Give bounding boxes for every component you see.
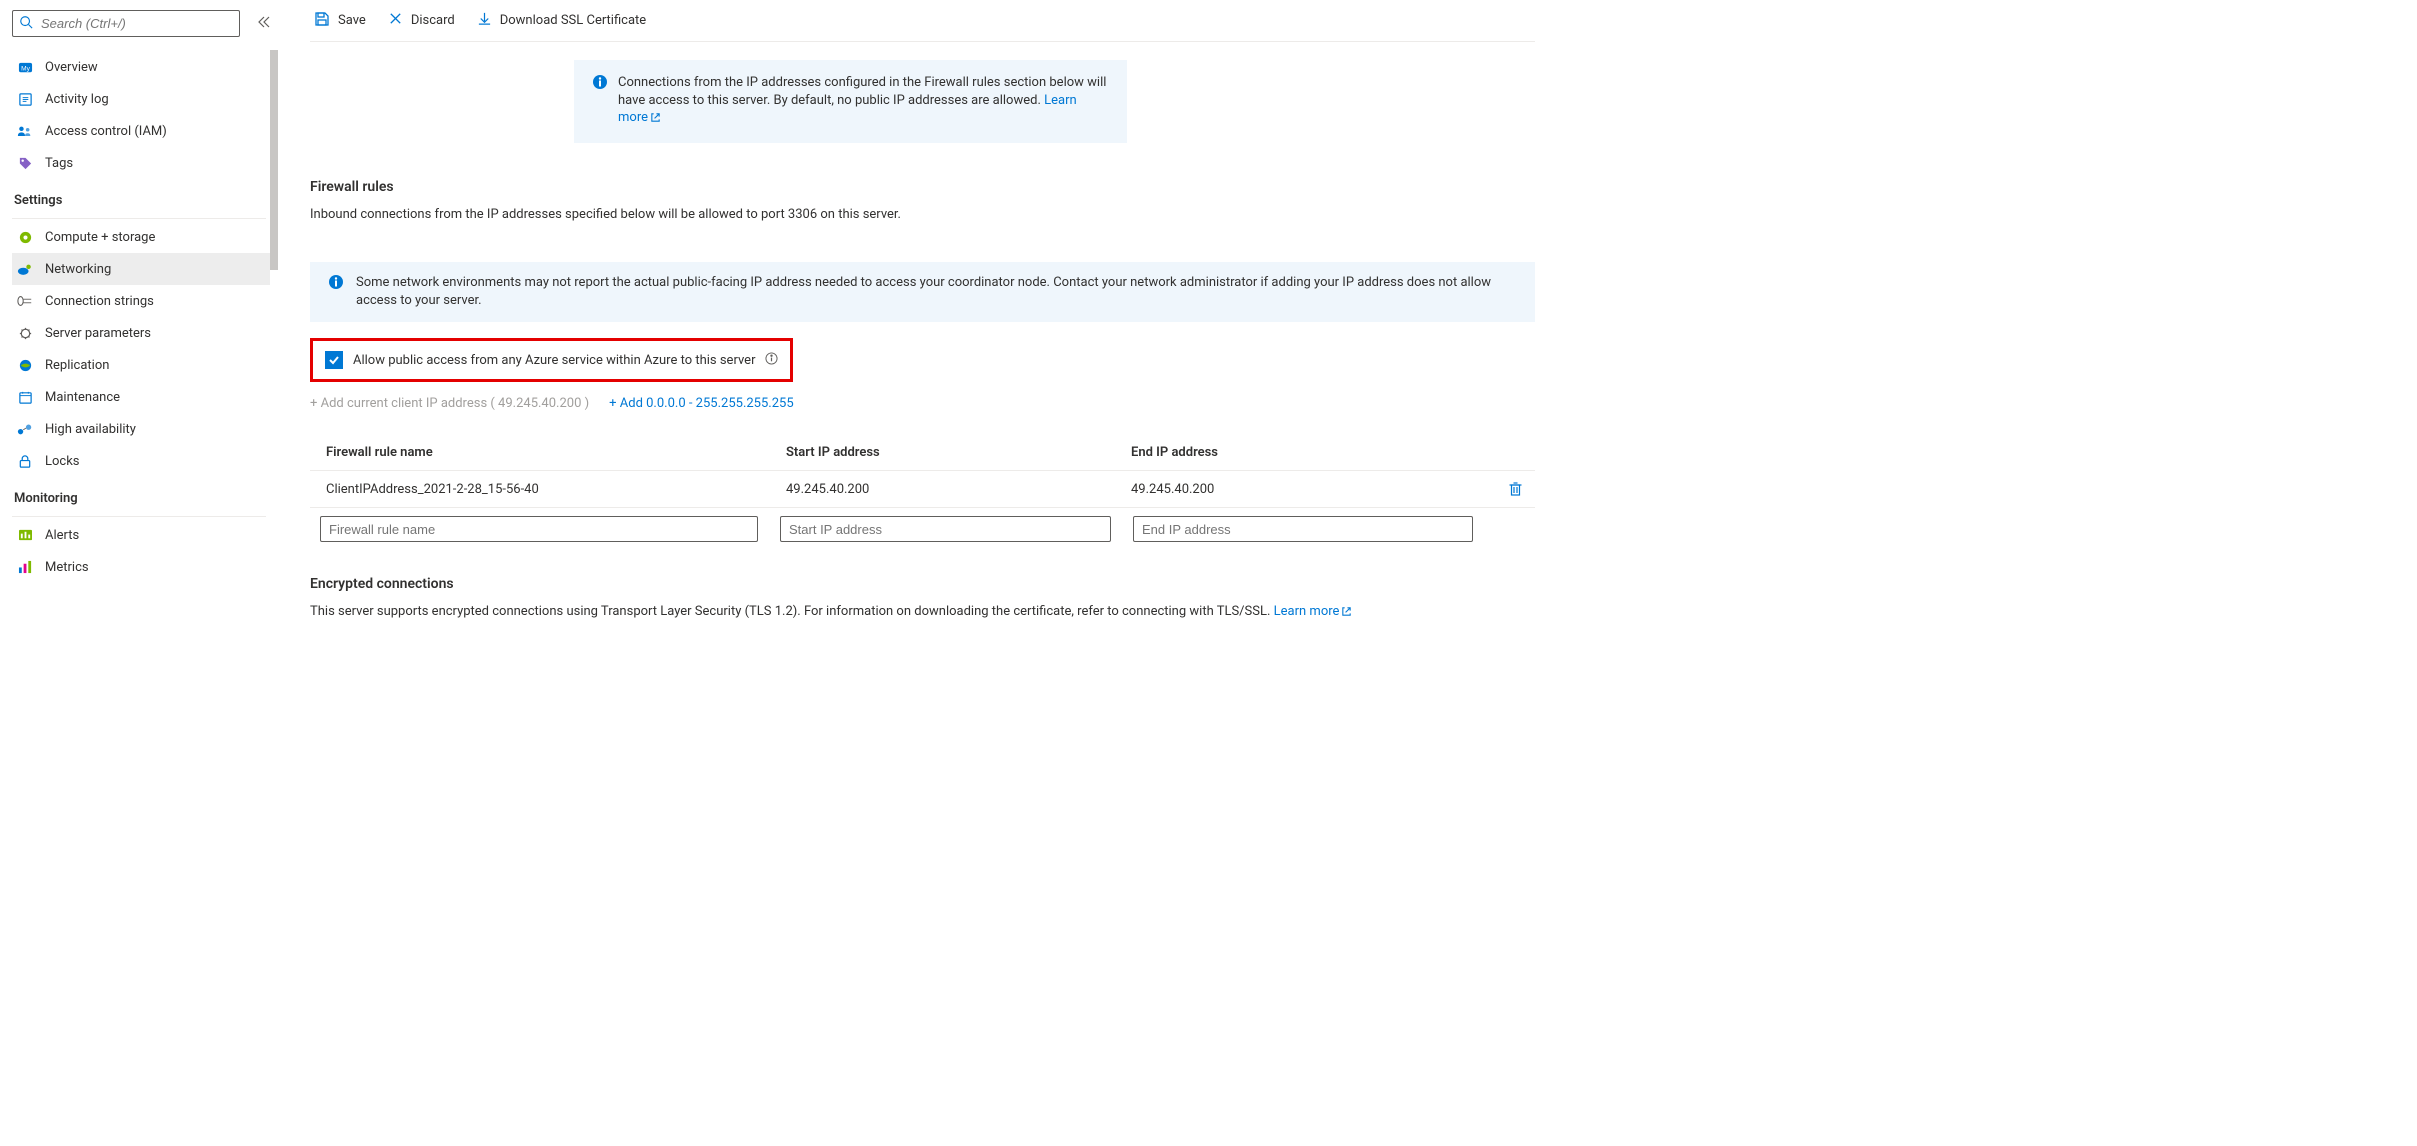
- locks-icon: [17, 453, 33, 469]
- sidebar-scrollbar[interactable]: [270, 50, 280, 722]
- download-icon: [477, 11, 492, 30]
- allow-azure-checkbox-row: Allow public access from any Azure servi…: [310, 338, 793, 382]
- col-header-start: Start IP address: [786, 445, 1131, 460]
- sidebar-item-compute-storage[interactable]: Compute + storage: [12, 221, 280, 253]
- sidebar-item-metrics[interactable]: Metrics: [12, 551, 280, 583]
- toolbar: Save Discard Download SSL Certificate: [310, 0, 1535, 42]
- encrypted-text: This server supports encrypted connectio…: [310, 604, 1535, 621]
- new-rule-name-input[interactable]: [320, 516, 758, 542]
- info-banner-network-text: Some network environments may not report…: [356, 274, 1517, 310]
- allow-azure-checkbox[interactable]: [325, 351, 343, 369]
- external-link-icon: [650, 112, 661, 127]
- scrollbar-thumb[interactable]: [270, 50, 278, 270]
- discard-button[interactable]: Discard: [384, 7, 459, 34]
- cell-start-ip: 49.245.40.200: [786, 482, 1131, 497]
- tags-icon: [17, 155, 33, 171]
- info-banner-network: Some network environments may not report…: [310, 262, 1535, 322]
- sidebar-item-label: Maintenance: [45, 390, 120, 405]
- encrypted-learn-more-link[interactable]: Learn more: [1274, 604, 1353, 619]
- add-client-ip-link[interactable]: + Add current client IP address ( 49.245…: [310, 396, 589, 411]
- save-label: Save: [338, 13, 366, 28]
- sidebar-item-server-parameters[interactable]: Server parameters: [12, 317, 280, 349]
- search-input[interactable]: [39, 15, 233, 32]
- col-header-end: End IP address: [1131, 445, 1495, 460]
- sidebar-item-label: Alerts: [45, 528, 79, 543]
- new-rule-start-input[interactable]: [780, 516, 1111, 542]
- activity-log-icon: [17, 91, 33, 107]
- sidebar-item-label: Metrics: [45, 560, 89, 575]
- maintenance-icon: [17, 389, 33, 405]
- compute-storage-icon: [17, 229, 33, 245]
- cell-end-ip: 49.245.40.200: [1131, 482, 1495, 497]
- search-box[interactable]: [12, 10, 240, 37]
- sidebar-item-label: Tags: [45, 156, 73, 171]
- replication-icon: [17, 357, 33, 373]
- info-tooltip-icon[interactable]: [765, 352, 778, 369]
- download-ssl-button[interactable]: Download SSL Certificate: [473, 7, 650, 34]
- access-control-icon: [17, 123, 33, 139]
- info-icon: [328, 274, 344, 310]
- download-label: Download SSL Certificate: [500, 13, 646, 28]
- networking-icon: [17, 261, 33, 277]
- connection-strings-icon: [17, 293, 33, 309]
- sidebar-item-replication[interactable]: Replication: [12, 349, 280, 381]
- sidebar-item-networking[interactable]: Networking: [12, 253, 280, 285]
- table-header: Firewall rule name Start IP address End …: [310, 435, 1535, 471]
- search-icon: [19, 15, 33, 33]
- sidebar-item-label: Activity log: [45, 92, 109, 107]
- sidebar-section-monitoring: Monitoring: [12, 477, 280, 512]
- sidebar-item-label: Networking: [45, 262, 111, 277]
- sidebar-item-label: Locks: [45, 454, 80, 469]
- table-row: ClientIPAddress_2021-2-28_15-56-40 49.24…: [310, 471, 1535, 508]
- sidebar-item-connection-strings[interactable]: Connection strings: [12, 285, 280, 317]
- sidebar-item-activity-log[interactable]: Activity log: [12, 83, 280, 115]
- sidebar-item-high-availability[interactable]: High availability: [12, 413, 280, 445]
- delete-rule-button[interactable]: [1495, 481, 1535, 497]
- sidebar-item-label: High availability: [45, 422, 136, 437]
- firewall-rules-title: Firewall rules: [310, 179, 1535, 195]
- high-availability-icon: [17, 421, 33, 437]
- metrics-icon: [17, 559, 33, 575]
- save-button[interactable]: Save: [310, 7, 370, 35]
- server-parameters-icon: [17, 325, 33, 341]
- sidebar: My Overview Activity log Access control …: [0, 0, 280, 722]
- external-link-icon: [1341, 606, 1352, 621]
- sidebar-item-label: Server parameters: [45, 326, 151, 341]
- sidebar-item-maintenance[interactable]: Maintenance: [12, 381, 280, 413]
- new-rule-end-input[interactable]: [1133, 516, 1473, 542]
- allow-azure-label: Allow public access from any Azure servi…: [353, 353, 755, 368]
- sidebar-item-label: Replication: [45, 358, 109, 373]
- svg-text:My: My: [21, 65, 30, 72]
- firewall-rules-table: Firewall rule name Start IP address End …: [310, 435, 1535, 550]
- main-content: Save Discard Download SSL Certificate Co…: [280, 0, 1545, 722]
- sidebar-item-locks[interactable]: Locks: [12, 445, 280, 477]
- alerts-icon: [17, 527, 33, 543]
- discard-label: Discard: [411, 13, 455, 28]
- save-icon: [314, 11, 330, 31]
- col-header-name: Firewall rule name: [326, 445, 786, 460]
- add-all-ip-link[interactable]: + Add 0.0.0.0 - 255.255.255.255: [609, 396, 793, 411]
- info-banner-firewall: Connections from the IP addresses config…: [574, 60, 1127, 143]
- firewall-rules-desc: Inbound connections from the IP addresse…: [310, 207, 1535, 222]
- info-icon: [592, 74, 608, 129]
- collapse-sidebar-button[interactable]: [258, 16, 270, 32]
- sidebar-section-settings: Settings: [12, 179, 280, 214]
- encrypted-title: Encrypted connections: [310, 576, 1535, 592]
- sidebar-item-label: Overview: [45, 60, 98, 75]
- overview-icon: My: [17, 59, 33, 75]
- sidebar-item-overview[interactable]: My Overview: [12, 51, 280, 83]
- discard-icon: [388, 11, 403, 30]
- sidebar-item-label: Compute + storage: [45, 230, 155, 245]
- sidebar-item-alerts[interactable]: Alerts: [12, 519, 280, 551]
- sidebar-item-access-control[interactable]: Access control (IAM): [12, 115, 280, 147]
- sidebar-item-tags[interactable]: Tags: [12, 147, 280, 179]
- info-banner-text: Connections from the IP addresses config…: [618, 75, 1106, 108]
- sidebar-item-label: Access control (IAM): [45, 124, 167, 139]
- sidebar-item-label: Connection strings: [45, 294, 154, 309]
- table-input-row: [310, 508, 1535, 550]
- cell-rule-name: ClientIPAddress_2021-2-28_15-56-40: [326, 482, 786, 497]
